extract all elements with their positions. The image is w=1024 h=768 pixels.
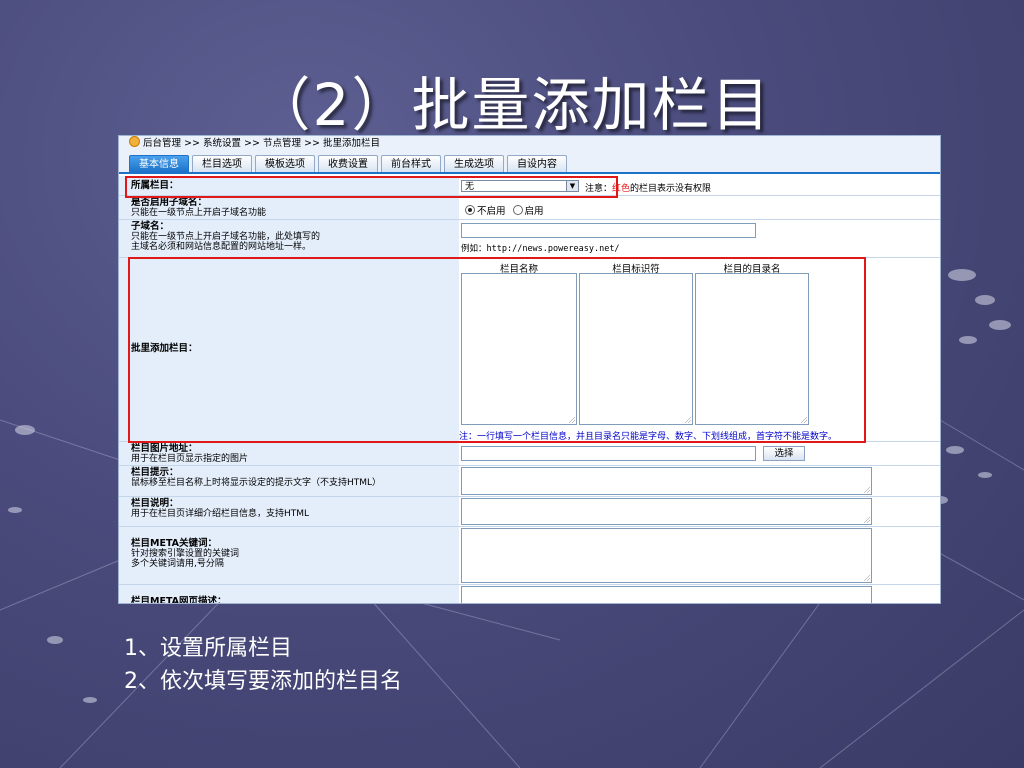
row-subdomain-enable: 是否启用子域名： 只能在一级节点上开启子域名功能 不启用 启用 bbox=[119, 196, 940, 220]
image-url-input[interactable] bbox=[461, 446, 756, 461]
subdomain-enable-label: 是否启用子域名： bbox=[131, 197, 208, 208]
tab-column-options[interactable]: 栏目选项 bbox=[192, 155, 252, 172]
note-2: 2、依次填写要添加的栏目名 bbox=[124, 669, 402, 694]
cms-screenshot: 后台管理 >> 系统设置 >> 节点管理 >> 批里添加栏目 基本信息 栏目选项… bbox=[118, 135, 941, 604]
radio-subdomain-on[interactable] bbox=[512, 205, 523, 215]
tab-basic-info[interactable]: 基本信息 bbox=[129, 155, 189, 172]
meta-keywords-textarea[interactable] bbox=[461, 528, 872, 583]
note-1: 1、设置所属栏目 bbox=[124, 636, 292, 661]
row-column-tip: 栏目提示： 鼠标移至栏目名称上时将显示设定的提示文字（不支持HTML） bbox=[119, 466, 940, 497]
tab-template-options[interactable]: 模板选项 bbox=[255, 155, 315, 172]
choose-image-button[interactable]: 选择 bbox=[763, 446, 805, 461]
subdomain-input[interactable] bbox=[461, 223, 756, 238]
tab-custom-content[interactable]: 自设内容 bbox=[507, 155, 567, 172]
image-url-label: 栏目图片地址： bbox=[131, 443, 198, 454]
tab-generate-options[interactable]: 生成选项 bbox=[444, 155, 504, 172]
row-image-url: 栏目图片地址： 用于在栏目页显示指定的图片 选择 bbox=[119, 442, 940, 466]
meta-description-label: 栏目META网页描述： bbox=[131, 596, 227, 604]
tab-front-style[interactable]: 前台样式 bbox=[381, 155, 441, 172]
highlight-parent-column bbox=[125, 176, 618, 198]
meta-description-textarea[interactable] bbox=[461, 586, 872, 603]
breadcrumb-current: 批里添加栏目 bbox=[323, 138, 381, 149]
tab-fee-settings[interactable]: 收费设置 bbox=[318, 155, 378, 172]
column-tip-label: 栏目提示： bbox=[131, 467, 179, 478]
radio-subdomain-off[interactable] bbox=[465, 205, 475, 215]
breadcrumb-home[interactable]: 后台管理 bbox=[143, 138, 181, 149]
breadcrumb-node-management[interactable]: 节点管理 bbox=[263, 138, 301, 149]
column-description-label: 栏目说明： bbox=[131, 498, 179, 509]
meta-keywords-label: 栏目META关键词： bbox=[131, 538, 218, 549]
slide-title: （2）批量添加栏目 bbox=[252, 71, 772, 139]
breadcrumb-separator: >> bbox=[244, 138, 260, 149]
breadcrumb-separator: >> bbox=[304, 138, 320, 149]
breadcrumb-separator: >> bbox=[184, 138, 200, 149]
highlight-batch-add bbox=[128, 257, 866, 443]
breadcrumb: 后台管理 >> 系统设置 >> 节点管理 >> 批里添加栏目 bbox=[119, 136, 940, 152]
column-tip-textarea[interactable] bbox=[461, 467, 872, 495]
row-meta-description: 栏目META网页描述： bbox=[119, 585, 940, 604]
tab-bar: 基本信息 栏目选项 模板选项 收费设置 前台样式 生成选项 自设内容 bbox=[119, 152, 940, 174]
slide-notes: 1、设置所属栏目 2、依次填写要添加的栏目名 bbox=[124, 632, 402, 698]
row-column-description: 栏目说明： 用于在栏目页详细介绍栏目信息，支持HTML bbox=[119, 497, 940, 527]
subdomain-label: 子域名： bbox=[131, 221, 170, 232]
home-icon bbox=[129, 136, 140, 147]
column-description-textarea[interactable] bbox=[461, 498, 872, 525]
breadcrumb-system-settings[interactable]: 系统设置 bbox=[203, 138, 241, 149]
subdomain-example: 例如：http://news.powereasy.net/ bbox=[461, 244, 620, 254]
subdomain-enable-desc: 只能在一级节点上开启子域名功能 bbox=[131, 208, 267, 218]
row-meta-keywords: 栏目META关键词： 针对搜索引擎设置的关键词 多个关键词请用,号分隔 bbox=[119, 527, 940, 585]
row-subdomain: 子域名： 只能在一级节点上开启子域名功能，此处填写的 主域名必须和网站信息配置的… bbox=[119, 220, 940, 258]
